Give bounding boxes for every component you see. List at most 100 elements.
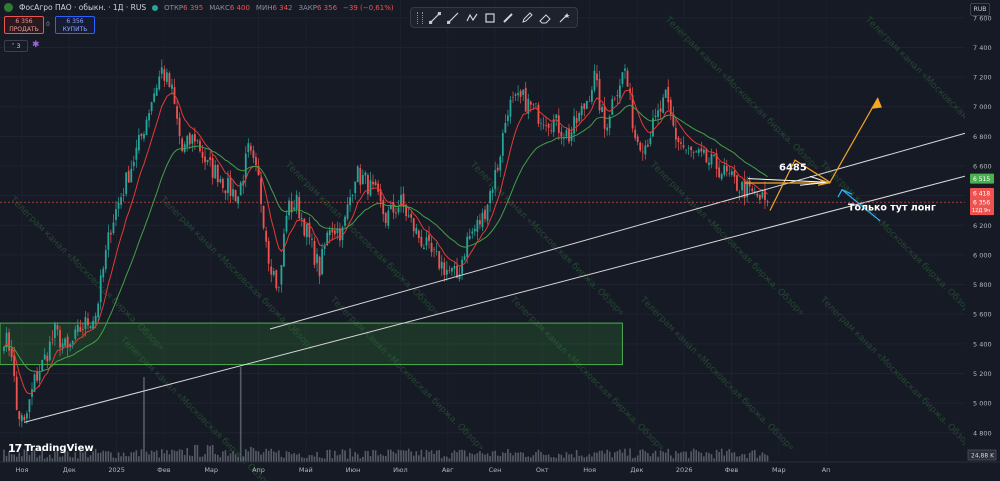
candle-body xyxy=(3,346,5,352)
candle-body xyxy=(473,228,476,232)
ray-icon[interactable] xyxy=(446,11,460,25)
volume-bar xyxy=(725,451,728,462)
volume-bar xyxy=(530,457,532,462)
indicators-toggle[interactable]: ˄ 3 xyxy=(4,40,28,52)
gear-icon[interactable]: ✱ xyxy=(32,40,40,50)
candle-body xyxy=(382,200,385,214)
candle-body xyxy=(618,85,621,98)
candle-body xyxy=(87,318,89,326)
time-tick-label: Ноя xyxy=(16,466,29,474)
candle-body xyxy=(654,115,657,117)
candle-body xyxy=(489,191,491,204)
polyline-icon[interactable] xyxy=(465,11,479,25)
volume-bar xyxy=(606,449,608,462)
volume-bar xyxy=(458,449,461,462)
price-tick-label: 5 400 xyxy=(973,340,992,348)
sell-price: 6 356 xyxy=(15,18,33,25)
brush-icon[interactable] xyxy=(501,11,515,25)
candle-body xyxy=(453,266,456,269)
volume-bar xyxy=(138,456,140,462)
volume-bar xyxy=(629,448,631,462)
volume-bar xyxy=(611,457,614,462)
volume-bar xyxy=(290,454,293,462)
pencil-icon[interactable] xyxy=(520,11,534,25)
candle-body xyxy=(328,230,331,236)
volume-bar xyxy=(743,454,746,462)
candle-body xyxy=(43,354,46,360)
candle-body xyxy=(316,254,318,264)
candle-body xyxy=(372,181,374,185)
volume-bar xyxy=(728,449,731,462)
volume-bar xyxy=(379,453,382,462)
volume-bar xyxy=(242,456,245,462)
time-tick-label: Ап xyxy=(822,466,831,474)
candle-body xyxy=(374,181,377,186)
eraser-icon[interactable] xyxy=(538,11,552,25)
candle-body xyxy=(590,90,593,102)
buy-label: КУПИТЬ xyxy=(62,26,88,33)
symbol-title[interactable]: ФосАгро ПАО · обыкн. · 1Д · RUS xyxy=(19,3,146,12)
ohlc-high: МАКС6 400 xyxy=(209,3,250,12)
volume-bar xyxy=(616,451,619,462)
candle-body xyxy=(153,93,156,102)
candle-body xyxy=(293,207,296,210)
candle-body xyxy=(428,234,430,241)
volume-bar xyxy=(362,456,364,462)
volume-bar xyxy=(49,454,51,462)
candle-body xyxy=(626,70,629,87)
volume-bar xyxy=(540,452,542,462)
buy-button[interactable]: 6 356 КУПИТЬ xyxy=(55,16,95,34)
rectangle-icon[interactable] xyxy=(483,11,497,25)
currency-selector[interactable]: RUB xyxy=(970,3,990,16)
drag-handle-icon[interactable] xyxy=(417,11,424,24)
magic-wand-icon[interactable] xyxy=(557,11,571,25)
candle-body xyxy=(41,359,44,371)
candle-body xyxy=(557,115,560,133)
candle-body xyxy=(94,315,97,323)
candle-body xyxy=(761,192,764,198)
time-tick-label: 2026 xyxy=(676,466,693,474)
candle-body xyxy=(13,355,16,377)
volume-bar xyxy=(766,455,769,462)
volume-bar xyxy=(188,455,191,462)
candle-body xyxy=(359,168,362,185)
candle-body xyxy=(451,267,453,272)
candle-body xyxy=(135,147,138,160)
candle-body xyxy=(616,95,619,97)
volume-bar xyxy=(171,449,173,462)
volume-bar xyxy=(545,455,547,462)
volume-bar xyxy=(214,453,217,462)
volume-bar xyxy=(715,449,718,462)
candle-body xyxy=(280,265,283,285)
volume-bar xyxy=(125,456,127,462)
candle-body xyxy=(171,84,173,89)
volume-bar xyxy=(443,456,446,462)
candle-body xyxy=(283,233,285,267)
volume-bar xyxy=(5,455,8,462)
volume-bar xyxy=(51,458,54,462)
candle-body xyxy=(598,78,601,111)
volume-bar xyxy=(593,452,596,462)
candle-body xyxy=(8,332,10,351)
trend-line-icon[interactable] xyxy=(428,11,442,25)
candle-body xyxy=(46,355,49,362)
volume-bar xyxy=(733,452,736,462)
volume-bar xyxy=(186,448,189,462)
candle-body xyxy=(265,230,268,242)
volume-bar xyxy=(384,456,387,462)
candle-body xyxy=(695,151,698,153)
tradingview-logo[interactable]: 17 TradingView xyxy=(8,442,94,455)
candle-body xyxy=(115,209,117,220)
candle-body xyxy=(634,129,637,139)
sell-button[interactable]: 6 356 ПРОДАТЬ xyxy=(4,16,44,34)
volume-bar xyxy=(280,456,283,462)
candle-body xyxy=(158,76,161,90)
spread-value: 0 xyxy=(46,21,50,28)
candle-body xyxy=(305,224,308,238)
candle-body xyxy=(311,238,313,240)
volume-bar xyxy=(461,449,463,462)
volume-bar xyxy=(209,446,211,462)
candle-body xyxy=(659,108,662,112)
price-chart[interactable]: Телеграм канал «Московская биржа. Обзор»… xyxy=(0,0,1000,481)
chart-root[interactable]: Телеграм канал «Московская биржа. Обзор»… xyxy=(0,0,1000,481)
